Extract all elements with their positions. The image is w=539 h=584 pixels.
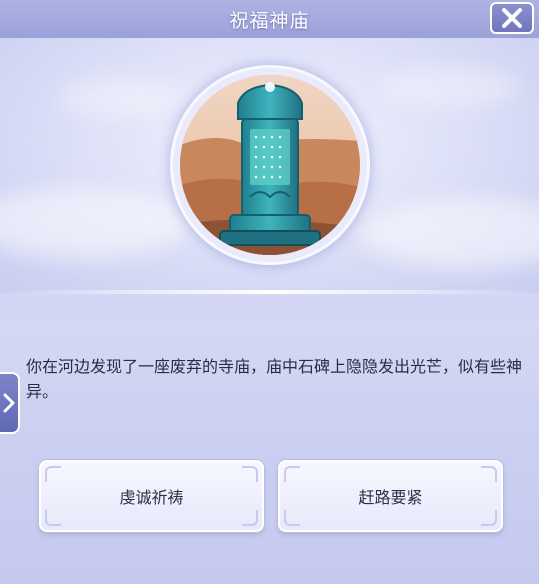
hurry-on-button[interactable]: 赶路要紧 xyxy=(278,460,503,532)
corner-ornament xyxy=(284,466,300,482)
section-divider xyxy=(0,290,539,294)
description-panel: 你在河边发现了一座废弃的寺庙，庙中石碑上隐隐发出光芒，似有些神异。 xyxy=(0,318,539,432)
close-icon xyxy=(502,8,522,28)
corner-ornament xyxy=(45,466,61,482)
corner-ornament xyxy=(481,510,497,526)
corner-ornament xyxy=(45,510,61,526)
corner-ornament xyxy=(242,510,258,526)
pray-button[interactable]: 虔诚祈祷 xyxy=(39,460,264,532)
corner-ornament xyxy=(242,466,258,482)
chevron-right-icon xyxy=(3,393,15,413)
event-description: 你在河边发现了一座废弃的寺庙，庙中石碑上隐隐发出光芒，似有些神异。 xyxy=(26,357,523,401)
side-expand-tab[interactable] xyxy=(0,372,20,434)
pray-button-label: 虔诚祈祷 xyxy=(119,488,184,507)
dialog-header: 祝福神庙 xyxy=(0,0,539,38)
hurry-on-button-label: 赶路要紧 xyxy=(358,488,423,507)
event-artwork-frame xyxy=(173,68,367,262)
event-scene xyxy=(0,38,539,293)
corner-ornament xyxy=(481,466,497,482)
stone-stele-icon xyxy=(180,75,360,255)
corner-ornament xyxy=(284,510,300,526)
close-button[interactable] xyxy=(490,2,534,34)
dialog-title: 祝福神庙 xyxy=(229,10,310,32)
event-artwork xyxy=(180,75,360,255)
